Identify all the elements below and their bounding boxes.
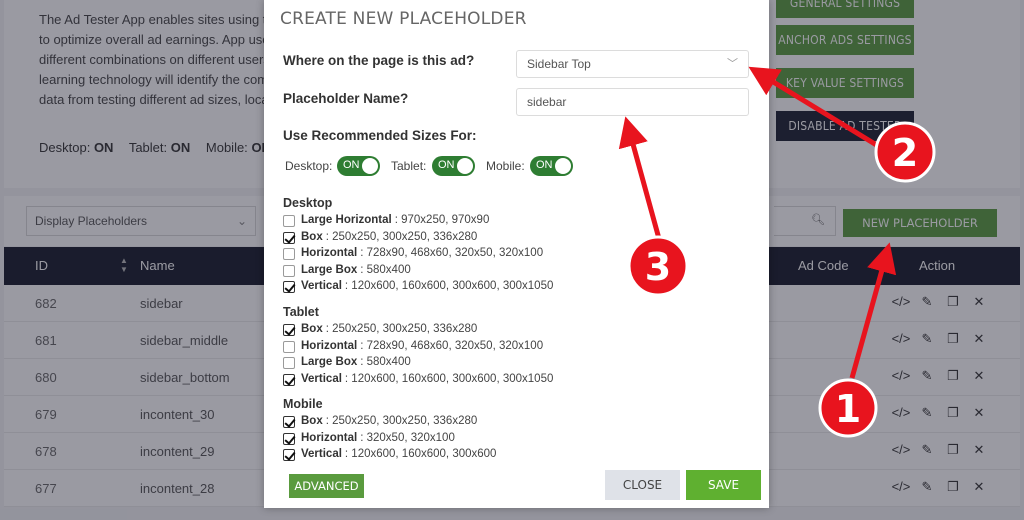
size-checkbox[interactable] <box>283 248 295 260</box>
size-option-name: Box <box>301 415 323 427</box>
size-option-name: Box <box>301 323 323 335</box>
size-option-name: Large Horizontal <box>301 214 392 226</box>
size-option-name: Large Box <box>301 356 358 368</box>
toggle-state: ON <box>536 159 553 171</box>
close-button[interactable]: CLOSE <box>605 470 680 500</box>
size-option-dimensions: : 120x600, 160x600, 300x600, 300x1050 <box>344 372 554 385</box>
desktop-toggle-label: Desktop: <box>285 159 333 173</box>
desktop-toggle[interactable]: ON <box>337 156 380 176</box>
size-checkbox[interactable] <box>283 432 295 445</box>
toggle-knob <box>457 158 473 174</box>
size-checkbox[interactable] <box>283 231 295 244</box>
size-option-name: Horizontal <box>301 339 358 352</box>
advanced-button[interactable]: ADVANCED <box>289 474 364 498</box>
create-placeholder-modal: CREATE NEW PLACEHOLDER Where on the page… <box>264 0 769 508</box>
toggle-state: ON <box>438 159 455 171</box>
placeholder-name-label: Placeholder Name? <box>283 91 409 106</box>
size-option-dimensions: : 250x250, 300x250, 336x280 <box>325 323 478 335</box>
size-checkbox[interactable] <box>283 340 295 353</box>
tablet-sizes-title: Tablet <box>283 305 319 319</box>
location-select[interactable]: Sidebar Top ﹀ <box>516 50 749 78</box>
size-option-name: Horizontal <box>301 431 358 444</box>
recommended-sizes-label: Use Recommended Sizes For: <box>283 128 477 143</box>
size-option-dimensions: : 580x400 <box>360 263 411 276</box>
desktop-sizes-title: Desktop <box>283 196 333 210</box>
size-option-dimensions: : 120x600, 160x600, 300x600, 300x1050 <box>344 280 554 292</box>
toggle-knob <box>555 158 571 174</box>
size-option-dimensions: : 250x250, 300x250, 336x280 <box>325 230 478 243</box>
toggle-state: ON <box>343 159 360 171</box>
size-option-name: Horizontal <box>301 247 358 259</box>
size-option-name: Large Box <box>301 263 358 276</box>
placeholder-name-input[interactable]: sidebar <box>516 88 749 116</box>
size-option-name: Vertical <box>301 280 342 292</box>
size-checkbox[interactable] <box>283 357 295 369</box>
size-option-name: Box <box>301 230 323 243</box>
mobile-toggle-label: Mobile: <box>486 159 525 173</box>
size-checkbox[interactable] <box>283 449 295 461</box>
size-checkbox[interactable] <box>283 373 295 386</box>
size-option-dimensions: : 728x90, 468x60, 320x50, 320x100 <box>360 339 544 352</box>
size-checkbox[interactable] <box>283 416 295 428</box>
chevron-down-icon: ﹀ <box>727 58 738 70</box>
modal-title: CREATE NEW PLACEHOLDER <box>280 9 527 29</box>
toggle-knob <box>362 158 378 174</box>
tablet-toggle[interactable]: ON <box>432 156 475 176</box>
size-checkbox[interactable] <box>283 281 295 293</box>
location-label: Where on the page is this ad? <box>283 53 475 68</box>
location-select-value: Sidebar Top <box>527 57 591 71</box>
size-option-dimensions: : 970x250, 970x90 <box>394 214 490 226</box>
size-option-dimensions: : 120x600, 160x600, 300x600 <box>344 448 497 460</box>
size-checkbox[interactable] <box>283 264 295 277</box>
mobile-toggle[interactable]: ON <box>530 156 573 176</box>
size-option-dimensions: : 580x400 <box>360 356 411 368</box>
save-button[interactable]: SAVE <box>686 470 761 500</box>
size-option-dimensions: : 320x50, 320x100 <box>360 431 455 444</box>
size-option-dimensions: : 728x90, 468x60, 320x50, 320x100 <box>360 247 544 259</box>
size-checkbox[interactable] <box>283 215 295 227</box>
size-option-dimensions: : 250x250, 300x250, 336x280 <box>325 415 478 427</box>
size-checkbox[interactable] <box>283 324 295 336</box>
size-option-name: Vertical <box>301 448 342 460</box>
size-option-name: Vertical <box>301 372 342 385</box>
mobile-sizes-title: Mobile <box>283 397 323 411</box>
tablet-toggle-label: Tablet: <box>391 159 427 173</box>
